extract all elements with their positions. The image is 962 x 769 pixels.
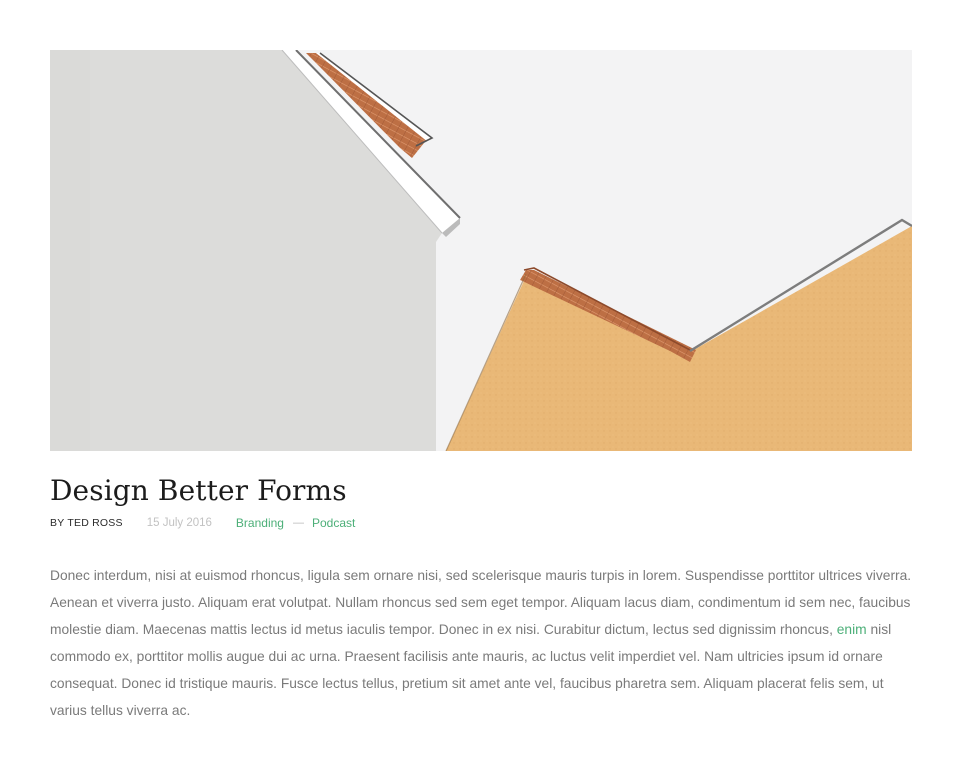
post-title[interactable]: Design Better Forms: [50, 472, 347, 510]
inline-link[interactable]: enim: [837, 622, 867, 637]
category-link-podcast[interactable]: Podcast: [312, 516, 355, 530]
post-meta: By Ted Ross 15 July 2016 Branding — Podca…: [50, 515, 355, 531]
author-prefix: By: [50, 517, 65, 529]
category-link-branding[interactable]: Branding: [236, 516, 284, 530]
category-separator: —: [292, 517, 304, 529]
author-name[interactable]: Ted Ross: [67, 517, 122, 529]
architecture-photo: [50, 50, 912, 451]
post-body-text: Donec interdum, nisi at euismod rhoncus,…: [50, 568, 912, 637]
post-categories: Branding — Podcast: [236, 516, 355, 530]
post-date: 15 July 2016: [146, 517, 212, 529]
post-featured-image[interactable]: [50, 50, 912, 451]
post-body: Donec interdum, nisi at euismod rhoncus,…: [50, 562, 912, 724]
post-author[interactable]: By Ted Ross: [50, 517, 123, 529]
